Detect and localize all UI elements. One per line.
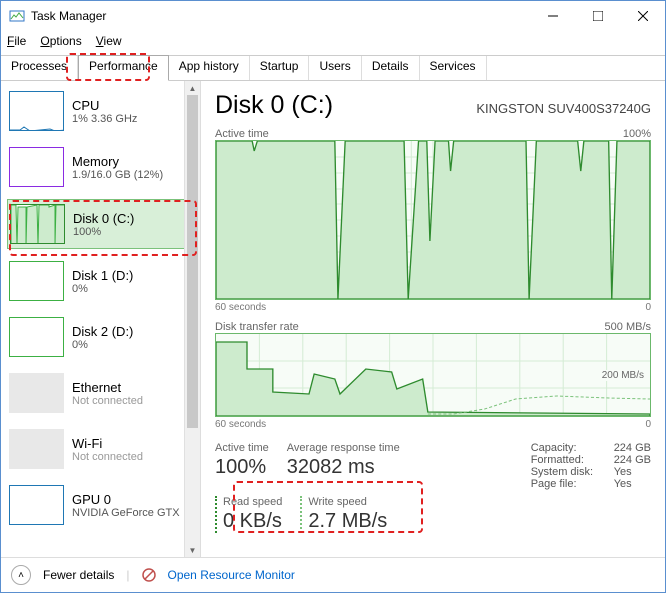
ethernet-sub: Not connected: [72, 395, 143, 407]
read-speed-label: Read speed: [223, 496, 282, 508]
stats-row2: Read speed 0 KB/s Write speed 2.7 MB/s: [215, 496, 651, 533]
resource-monitor-icon: [142, 568, 156, 582]
disk0-label: Disk 0 (C:): [73, 211, 134, 226]
tab-app-history[interactable]: App history: [169, 56, 250, 80]
scroll-down-icon[interactable]: ▼: [185, 543, 200, 557]
disk1-label: Disk 1 (D:): [72, 268, 133, 283]
graph2-xmin: 60 seconds: [215, 419, 266, 430]
detail-title: Disk 0 (C:): [215, 91, 333, 120]
gpu-label: GPU 0: [72, 492, 180, 507]
graph1-xmin: 60 seconds: [215, 302, 266, 313]
gpu-sub: NVIDIA GeForce GTX: [72, 507, 180, 519]
pagefile-label: Page file:: [531, 478, 606, 490]
tabs: Processes Performance App history Startu…: [1, 55, 665, 81]
content: CPU 1% 3.36 GHz Memory 1.9/16.0 GB (12%): [1, 81, 665, 557]
detail-pane: Disk 0 (C:) KINGSTON SUV400S37240G Activ…: [201, 81, 665, 557]
disk0-sub: 100%: [73, 226, 134, 238]
maximize-button[interactable]: [575, 1, 620, 31]
graph1-label: Active time: [215, 128, 269, 140]
ethernet-label: Ethernet: [72, 380, 143, 395]
write-speed-value: 2.7 MB/s: [308, 510, 387, 533]
capacity-value: 224 GB: [614, 442, 651, 454]
transfer-rate-graph: 200 MB/s: [215, 333, 651, 417]
sidebar-item-cpu[interactable]: CPU 1% 3.36 GHz: [7, 87, 200, 135]
disk2-label: Disk 2 (D:): [72, 324, 133, 339]
stats: Active time 100% Average response time 3…: [215, 442, 651, 490]
avg-response-value: 32082 ms: [287, 456, 400, 479]
formatted-label: Formatted:: [531, 454, 606, 466]
titlebar: Task Manager: [1, 1, 665, 31]
memory-thumb: [9, 147, 64, 187]
app-icon: [9, 8, 25, 24]
scroll-up-icon[interactable]: ▲: [185, 81, 200, 95]
memory-label: Memory: [72, 154, 163, 169]
systemdisk-label: System disk:: [531, 466, 606, 478]
open-resource-monitor-link[interactable]: Open Resource Monitor: [168, 568, 295, 582]
disk-model: KINGSTON SUV400S37240G: [476, 101, 651, 116]
sidebar: CPU 1% 3.36 GHz Memory 1.9/16.0 GB (12%): [1, 81, 201, 557]
active-time-graph: [215, 140, 651, 300]
window-controls: [530, 1, 665, 31]
active-time-label: Active time: [215, 442, 269, 454]
write-speed-label: Write speed: [308, 496, 387, 508]
chevron-up-icon[interactable]: ˄: [11, 565, 31, 585]
graph1-max: 100%: [623, 128, 651, 140]
wifi-sub: Not connected: [72, 451, 143, 463]
cpu-sub: 1% 3.36 GHz: [72, 113, 137, 125]
sidebar-item-wifi[interactable]: Wi-Fi Not connected: [7, 425, 200, 473]
graph2-xmax: 0: [645, 419, 651, 430]
graph1-xmax: 0: [645, 302, 651, 313]
tab-processes[interactable]: Processes: [1, 56, 78, 80]
ethernet-thumb: [9, 373, 64, 413]
tab-services[interactable]: Services: [420, 56, 487, 80]
memory-sub: 1.9/16.0 GB (12%): [72, 169, 163, 181]
disk1-sub: 0%: [72, 283, 133, 295]
menu-options[interactable]: Options: [40, 34, 81, 48]
menu-view[interactable]: View: [96, 34, 122, 48]
close-button[interactable]: [620, 1, 665, 31]
sidebar-item-gpu[interactable]: GPU 0 NVIDIA GeForce GTX: [7, 481, 200, 529]
disk-properties: Capacity: 224 GB Formatted: 224 GB System …: [531, 442, 651, 490]
tab-users[interactable]: Users: [309, 56, 361, 80]
tab-startup[interactable]: Startup: [250, 56, 310, 80]
menu-file[interactable]: File: [7, 34, 26, 48]
sidebar-item-disk0[interactable]: Disk 0 (C:) 100%: [7, 199, 200, 249]
capacity-label: Capacity:: [531, 442, 606, 454]
cpu-thumb: [9, 91, 64, 131]
wifi-thumb: [9, 429, 64, 469]
sidebar-item-disk1[interactable]: Disk 1 (D:) 0%: [7, 257, 200, 305]
pagefile-value: Yes: [614, 478, 632, 490]
disk1-thumb: [9, 261, 64, 301]
menubar: File Options View: [1, 31, 665, 51]
gpu-thumb: [9, 485, 64, 525]
formatted-value: 224 GB: [614, 454, 651, 466]
avg-response-label: Average response time: [287, 442, 400, 454]
sidebar-item-disk2[interactable]: Disk 2 (D:) 0%: [7, 313, 200, 361]
graph2-max: 500 MB/s: [605, 321, 651, 333]
disk0-thumb: [10, 204, 65, 244]
graph2-label: Disk transfer rate: [215, 321, 299, 333]
cpu-label: CPU: [72, 98, 137, 113]
scrollbar-thumb[interactable]: [187, 95, 198, 428]
task-manager-window: Task Manager File Options View Processes…: [0, 0, 666, 593]
footer: ˄ Fewer details | Open Resource Monitor: [1, 557, 665, 592]
read-speed-value: 0 KB/s: [223, 510, 282, 533]
tab-details[interactable]: Details: [362, 56, 420, 80]
sidebar-item-ethernet[interactable]: Ethernet Not connected: [7, 369, 200, 417]
active-time-value: 100%: [215, 456, 269, 479]
wifi-label: Wi-Fi: [72, 436, 143, 451]
graph2-ref: 200 MB/s: [600, 370, 646, 381]
window-title: Task Manager: [31, 9, 530, 23]
systemdisk-value: Yes: [614, 466, 632, 478]
disk2-sub: 0%: [72, 339, 133, 351]
minimize-button[interactable]: [530, 1, 575, 31]
disk2-thumb: [9, 317, 64, 357]
sidebar-item-memory[interactable]: Memory 1.9/16.0 GB (12%): [7, 143, 200, 191]
sidebar-scrollbar[interactable]: ▲ ▼: [184, 81, 200, 557]
fewer-details-link[interactable]: Fewer details: [43, 568, 114, 582]
tab-performance[interactable]: Performance: [78, 55, 169, 81]
